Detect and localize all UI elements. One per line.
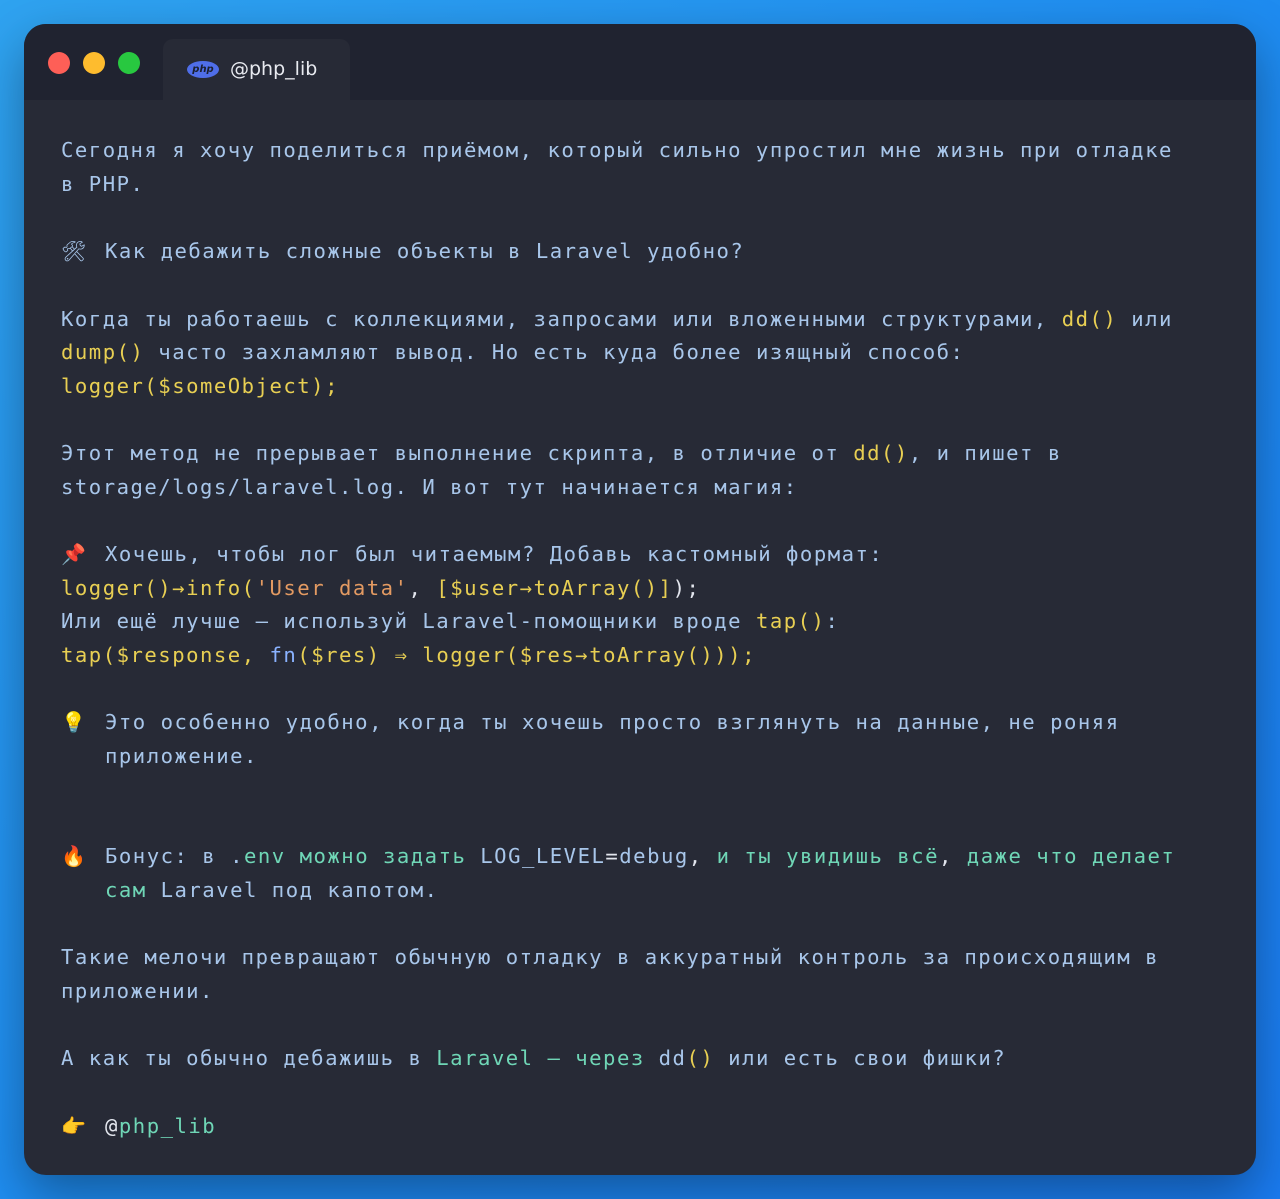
pointing-hand-icon: 👉 <box>61 1113 88 1138</box>
conclusion-line-1: Такие мелочи превращают обычную отладку … <box>61 945 1159 969</box>
close-window-button[interactable] <box>48 52 70 74</box>
paragraph-3-line-1: Этот метод не прерывает выполнение скрип… <box>61 437 1231 471</box>
title-bar: php @php_lib <box>24 24 1256 100</box>
paragraph-tap: Или ещё лучше — используй Laravel-помощн… <box>61 605 1231 639</box>
code-span: $response, <box>116 642 270 667</box>
paragraph-2-line-1: Когда ты работаешь с коллекциями, запрос… <box>61 303 1231 337</box>
code-span: tap( <box>61 642 117 667</box>
heading-debug: 🛠 Как дебажить сложные объекты в Laravel … <box>61 235 1231 269</box>
text-span: debug <box>619 844 689 868</box>
text-span: часто захламляют вывод. Но есть куда бол… <box>144 340 965 364</box>
minimize-window-button[interactable] <box>83 52 105 74</box>
code-tap: tap() <box>755 609 826 633</box>
intro-line-2: в PHP. <box>61 171 145 196</box>
text-span: Этот метод не прерывает выполнение скрип… <box>61 441 854 465</box>
text-span: LOG_LEVEL <box>480 844 606 868</box>
heading-format-text: Хочешь, чтобы лог был читаемым? Добавь к… <box>105 542 884 566</box>
conclusion-line-2: приложении. <box>61 978 214 1003</box>
text-span: или <box>1117 306 1173 331</box>
tab-title: @php_lib <box>230 58 318 80</box>
post-window: php @php_lib Сегодня я хочу поделиться п… <box>24 24 1256 1175</box>
code-span: [$user→toArray()] <box>436 575 673 600</box>
bonus-line-1: 🔥 Бонус: в .env можно задать LOG_LEVEL=de… <box>61 840 1231 874</box>
text-span: : <box>825 609 840 633</box>
text-span: @ <box>105 1113 119 1138</box>
code-logger-info: logger()→info('User data', [$user→toArra… <box>61 572 1231 606</box>
code-span: logger()→info( <box>61 575 256 600</box>
text-span: Когда ты работаешь с коллекциями, запрос… <box>61 306 1062 331</box>
tip-line-2: приложение. <box>105 743 258 768</box>
maximize-window-button[interactable] <box>118 52 140 74</box>
code-string: 'User data' <box>255 575 409 600</box>
code-dd: dd() <box>1061 306 1118 331</box>
signature: 👉 @php_lib <box>61 1110 1231 1144</box>
text-span: сам <box>105 877 147 902</box>
text-span: Laravel под капотом. <box>146 877 439 902</box>
text-span: dd <box>644 1046 687 1070</box>
tools-icon: 🛠 <box>61 239 88 263</box>
pushpin-icon: 📌 <box>61 542 88 566</box>
text-span: Laravel — через <box>436 1046 645 1070</box>
post-content: Сегодня я хочу поделиться приёмом, котор… <box>61 134 1231 1143</box>
question-line: А как ты обычно дебажишь в Laravel — чер… <box>61 1042 1231 1076</box>
lightbulb-icon: 💡 <box>61 710 88 734</box>
tab-php-lib[interactable]: php @php_lib <box>163 39 350 100</box>
code-tap-example: tap($response, fn($res) ⇒ logger($res→to… <box>61 639 1231 673</box>
paragraph-2-line-2: dump() часто захламляют вывод. Но есть к… <box>61 336 1231 370</box>
fire-icon: 🔥 <box>61 844 88 868</box>
text-span: , <box>688 844 717 868</box>
text-span: и ты увидишь всё <box>716 844 939 868</box>
code-dd: dd() <box>853 441 909 465</box>
code-span: ($res) <box>297 642 381 667</box>
text-span: А как ты обычно дебажишь в <box>61 1046 437 1070</box>
text-span: , <box>938 844 967 868</box>
paragraph-3-line-2: storage/logs/laravel.log. И вот тут начи… <box>61 474 798 499</box>
text-span: , и пишет в <box>908 441 1062 465</box>
code-dump: dump() <box>61 340 145 364</box>
intro-line-1: Сегодня я хочу поделиться приёмом, котор… <box>61 138 1173 162</box>
code-span: , <box>408 575 437 600</box>
code-span: ⇒ logger($res→toArray())); <box>380 642 756 667</box>
text-span: env можно задать <box>244 844 481 868</box>
code-logger-object: logger($someObject); <box>61 373 339 398</box>
text-span: Это особенно удобно, когда ты хочешь про… <box>105 710 1120 734</box>
heading-debug-text: Как дебажить сложные объекты в Laravel у… <box>105 239 745 263</box>
php-icon: php <box>187 61 219 78</box>
code-span: ); <box>672 575 701 600</box>
text-span: даже что делает <box>966 844 1176 868</box>
text-span: Или ещё лучше — используй Laravel-помощн… <box>61 609 756 633</box>
text-span: () <box>686 1046 715 1070</box>
tip-line-1: 💡 Это особенно удобно, когда ты хочешь пр… <box>61 706 1231 740</box>
text-span: Бонус: в . <box>105 844 244 868</box>
code-fn: fn <box>269 642 298 667</box>
channel-link[interactable]: php_lib <box>119 1114 216 1138</box>
text-span: = <box>605 844 620 868</box>
text-span: или есть свои фишки? <box>714 1046 1007 1070</box>
heading-format: 📌 Хочешь, чтобы лог был читаемым? Добавь … <box>61 538 1231 572</box>
bonus-line-2: сам Laravel под капотом. <box>61 874 1231 908</box>
